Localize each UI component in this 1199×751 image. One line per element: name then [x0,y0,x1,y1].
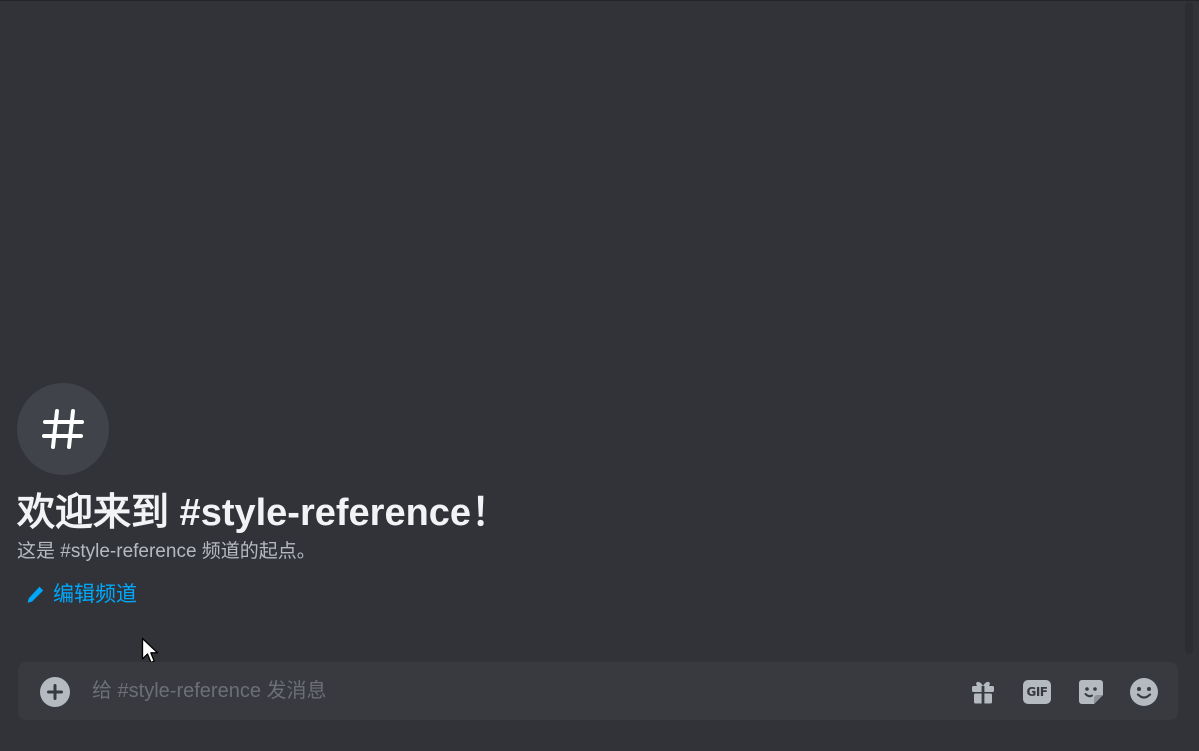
message-input[interactable] [92,676,852,706]
edit-channel-label: 编辑频道 [53,583,137,606]
gift-icon [972,681,994,704]
sticker-button[interactable] [1075,676,1107,708]
hash-icon [42,409,84,449]
welcome-subtitle: 这是 #style-reference 频道的起点。 [17,541,316,562]
pencil-icon [27,586,44,603]
plus-circle-icon[interactable] [40,677,70,707]
emoji-button[interactable] [1128,676,1160,708]
gif-button[interactable]: GIF [1021,676,1053,708]
channel-welcome: 欢迎来到 #style-reference！ 这是 #style-referen… [17,383,509,608]
scrollbar-track[interactable] [1185,2,1193,654]
gif-icon: GIF [1023,680,1051,704]
message-composer: GIF [18,662,1178,720]
chat-area: 欢迎来到 #style-reference！ 这是 #style-referen… [0,0,1199,751]
top-divider [0,0,1199,1]
channel-icon-badge [17,383,109,475]
edit-channel-link[interactable]: 编辑频道 [25,582,509,608]
emoji-icon [1130,678,1158,706]
gift-button[interactable] [967,676,999,708]
sticker-icon [1079,680,1103,704]
welcome-title: 欢迎来到 #style-reference！ [17,492,510,534]
